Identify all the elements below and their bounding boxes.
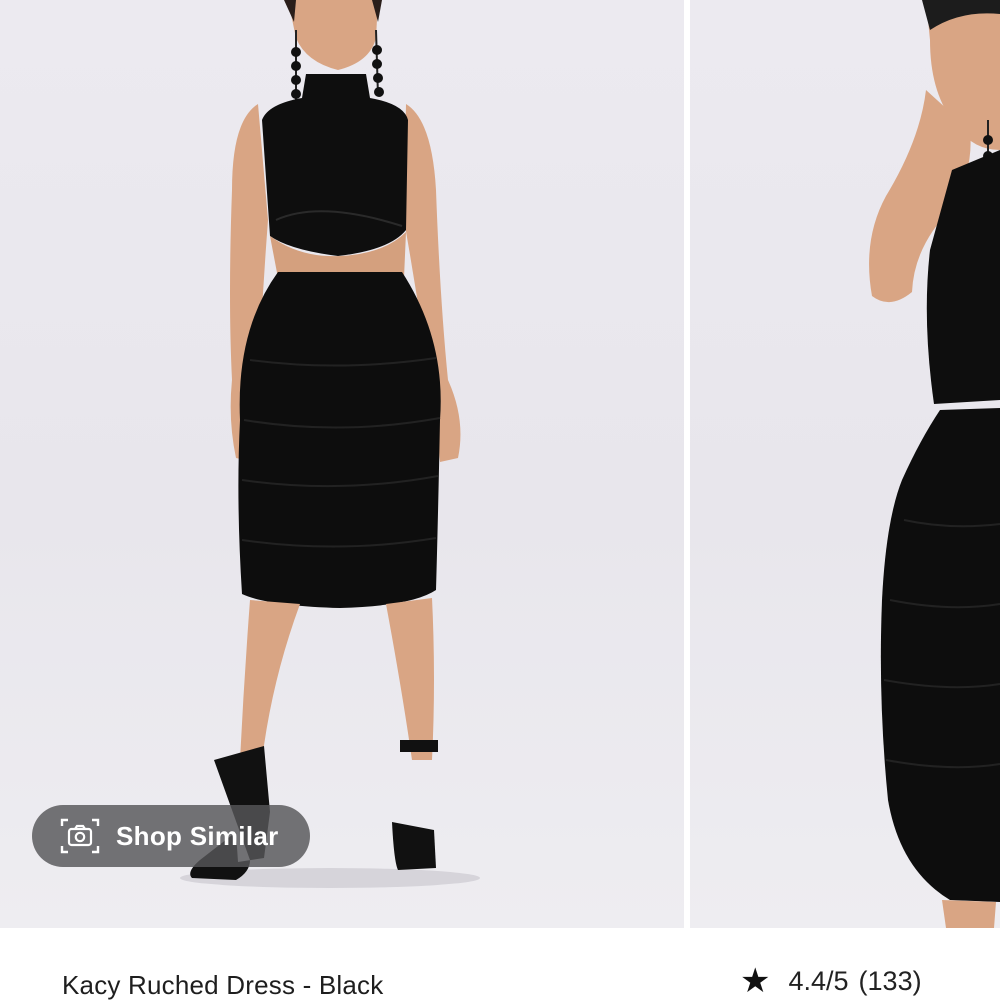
product-title: Kacy Ruched Dress - Black (62, 970, 384, 1000)
shop-similar-button[interactable]: Shop Similar (32, 805, 310, 867)
model-front-view-icon (180, 0, 480, 888)
camera-icon (58, 816, 102, 856)
product-info: Kacy Ruched Dress - Black ★ 4.4/5 (133) (0, 928, 1000, 1000)
product-page: Shop Similar Kacy Ruched Dress - Black ★… (0, 0, 1000, 1000)
product-image-1[interactable] (0, 0, 684, 928)
shop-similar-label: Shop Similar (116, 820, 279, 851)
product-image-gallery[interactable]: Shop Similar (0, 0, 1000, 928)
model-side-view-icon (869, 0, 1000, 928)
review-count: (133) (858, 965, 922, 996)
product-image-2[interactable] (690, 0, 1000, 928)
rating-score: 4.4/5 (788, 965, 849, 996)
star-icon: ★ (740, 962, 771, 1000)
product-rating[interactable]: ★ 4.4/5 (133) (740, 964, 922, 998)
